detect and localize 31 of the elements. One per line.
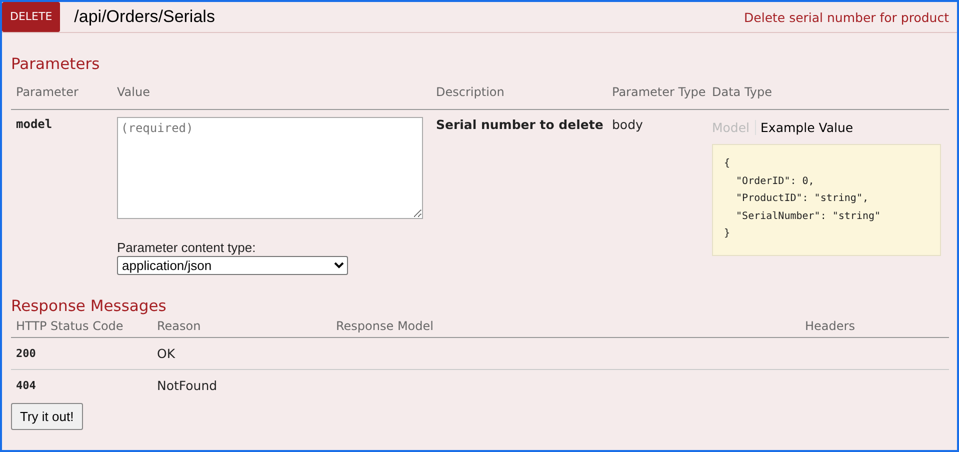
column-header: Response Model (336, 320, 434, 332)
code-line: "ProductID": "string", (735, 192, 870, 206)
endpoint-path[interactable]: /api/Orders/Serials (74, 7, 215, 27)
code-line: { (724, 157, 732, 171)
status-code: 404 (16, 379, 37, 392)
column-header: Headers (805, 320, 856, 332)
operation-summary[interactable]: Delete serial number for product (744, 10, 949, 24)
code-line: } (724, 227, 732, 241)
reason-text: OK (157, 346, 176, 361)
code-line: "SerialNumber": "string" (735, 210, 882, 224)
code-line: "OrderID": 0, (735, 174, 816, 188)
value-field[interactable]: (required) (117, 117, 423, 219)
method-badge: DELETE (2, 2, 60, 32)
column-header: HTTP Status Code (16, 320, 124, 332)
content-type-label: Parameter content type: (117, 240, 257, 255)
parameter-type: body (612, 117, 644, 134)
signature-tab[interactable]: Example Value (754, 120, 858, 135)
parameter-name: model (16, 117, 54, 133)
content-type-select[interactable]: application/json (117, 256, 348, 275)
column-header: Description (436, 86, 506, 98)
column-header: Reason (157, 320, 202, 332)
status-code: 200 (16, 347, 37, 360)
try-it-out-button[interactable]: Try it out! (11, 403, 83, 430)
reason-text: NotFound (157, 378, 218, 393)
parameter-description: Serial number to delete (436, 117, 604, 134)
section-title: Response Messages (11, 297, 168, 315)
column-header: Data Type (712, 86, 774, 98)
column-header: Parameter (16, 86, 80, 98)
column-header: Parameter Type (612, 86, 707, 98)
section-title: Parameters (11, 55, 101, 73)
column-header: Value (117, 86, 151, 98)
